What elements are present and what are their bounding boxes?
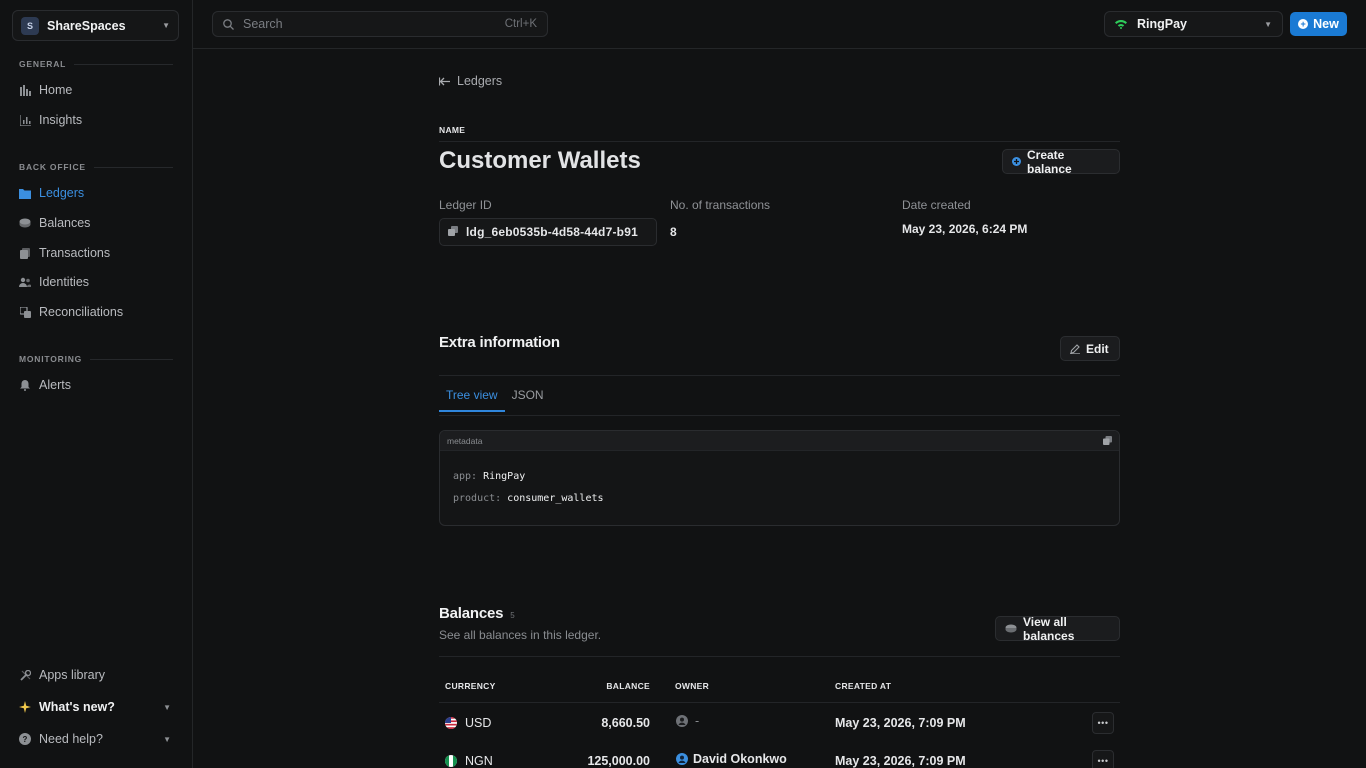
search-placeholder: Search: [243, 17, 283, 31]
transactions-count-value: 8: [670, 225, 677, 239]
view-tabs: Tree view JSON: [439, 388, 551, 412]
section-label-general: GENERAL: [19, 59, 173, 69]
user-avatar-icon: [676, 715, 688, 727]
tools-icon: [19, 669, 31, 681]
table-row-balance: 8,660.50: [601, 716, 650, 730]
new-button[interactable]: + New: [1290, 12, 1347, 36]
date-created-value: May 23, 2026, 6:24 PM: [902, 222, 1028, 236]
back-arrow-icon: [439, 77, 451, 86]
sidebar-item-alerts[interactable]: Alerts: [19, 375, 173, 395]
copy-icon: [448, 225, 458, 239]
view-all-balances-button[interactable]: View all balances: [995, 615, 1120, 643]
coins-icon: [19, 217, 31, 229]
divider: [439, 375, 1120, 376]
org-switcher[interactable]: RingPay ▼: [1104, 11, 1283, 37]
create-balance-button[interactable]: Create balance: [1002, 148, 1120, 176]
chart-icon: [19, 114, 31, 126]
balances-header: Balances 5: [439, 605, 515, 622]
metadata-entry: product: consumer_wallets: [453, 492, 604, 504]
name-label: NAME: [439, 125, 466, 135]
sidebar-item-whats-new[interactable]: What's new? ▼: [19, 697, 173, 717]
row-more-button[interactable]: •••: [1092, 712, 1114, 734]
sidebar-item-ledgers[interactable]: Ledgers: [19, 183, 173, 203]
balances-count: 5: [510, 611, 515, 620]
bell-icon: [19, 379, 31, 391]
home-icon: [19, 84, 31, 96]
table-row-currency: NGN: [445, 754, 493, 768]
user-avatar-icon: [676, 753, 688, 765]
plus-circle-icon: [1012, 157, 1021, 166]
table-row-owner[interactable]: David Okonkwo: [676, 752, 787, 766]
divider: [439, 141, 1120, 142]
tab-json[interactable]: JSON: [505, 388, 551, 412]
ng-flag-icon: [445, 755, 457, 767]
sidebar-item-transactions[interactable]: Transactions: [19, 243, 173, 263]
ledger-id-copy[interactable]: ldg_6eb0535b-4d58-44d7-b91: [439, 218, 657, 246]
coins-icon: [1005, 624, 1017, 633]
sidebar-item-balances[interactable]: Balances: [19, 213, 173, 233]
sidebar-item-reconciliations[interactable]: Reconciliations: [19, 302, 173, 322]
balances-subtitle: See all balances in this ledger.: [439, 628, 602, 642]
metadata-entry: app: RingPay: [453, 470, 526, 482]
copy-icon[interactable]: [1103, 436, 1112, 445]
sidebar-item-home[interactable]: Home: [19, 80, 173, 100]
workspace-switcher[interactable]: S ShareSpaces ▼: [12, 10, 179, 41]
svg-text:?: ?: [23, 735, 28, 744]
sidebar: S ShareSpaces ▼ GENERAL Home Insights BA…: [0, 0, 193, 768]
table-row-owner: -: [676, 714, 699, 728]
chevron-down-icon: ▼: [163, 734, 171, 744]
section-label-monitoring: MONITORING: [19, 354, 173, 364]
column-header-balance: BALANCE: [606, 681, 650, 691]
sidebar-item-identities[interactable]: Identities: [19, 272, 173, 292]
help-icon: ?: [19, 733, 31, 745]
workspace-name: ShareSpaces: [47, 18, 126, 33]
transactions-count-label: No. of transactions: [670, 198, 771, 212]
edit-button[interactable]: Edit: [1060, 336, 1120, 361]
table-row-currency: USD: [445, 716, 491, 730]
reconcile-icon: [19, 306, 31, 318]
document-icon: [19, 247, 31, 259]
sidebar-item-apps-library[interactable]: Apps library: [19, 665, 173, 685]
date-created-label: Date created: [902, 198, 971, 212]
ledger-id-label: Ledger ID: [439, 198, 492, 212]
tab-tree-view[interactable]: Tree view: [439, 388, 505, 412]
metadata-panel: metadata app: RingPay product: consumer_…: [439, 430, 1120, 526]
chevron-down-icon: ▼: [163, 702, 171, 712]
extra-info-title: Extra information: [439, 334, 560, 351]
divider: [439, 702, 1120, 703]
column-header-created-at: CREATED AT: [835, 681, 892, 691]
top-header: Search Ctrl+K RingPay ▼ + New: [193, 0, 1366, 49]
section-label-back-office: BACK OFFICE: [19, 162, 173, 172]
wifi-icon: [1115, 19, 1127, 29]
divider: [439, 415, 1120, 416]
divider: [439, 656, 1120, 657]
column-header-owner: OWNER: [675, 681, 710, 691]
back-link[interactable]: Ledgers: [439, 74, 502, 88]
sparkle-icon: [19, 701, 31, 713]
caret-down-icon: ▼: [162, 21, 170, 30]
pencil-icon: [1070, 343, 1080, 354]
metadata-header: metadata: [440, 431, 1119, 451]
caret-down-icon: ▼: [1264, 19, 1272, 29]
org-name: RingPay: [1137, 17, 1188, 31]
row-more-button[interactable]: •••: [1092, 750, 1114, 768]
workspace-avatar: S: [21, 16, 39, 35]
search-input[interactable]: Search Ctrl+K: [212, 11, 548, 37]
users-icon: [19, 276, 31, 288]
column-header-currency: CURRENCY: [445, 681, 496, 691]
folder-icon: [19, 187, 31, 199]
ledger-id-value: ldg_6eb0535b-4d58-44d7-b91: [466, 225, 638, 239]
balances-title: Balances: [439, 605, 504, 622]
search-icon: [223, 18, 234, 30]
us-flag-icon: [445, 717, 457, 729]
table-row-created-at: May 23, 2026, 7:09 PM: [835, 754, 966, 768]
sidebar-item-need-help[interactable]: ? Need help? ▼: [19, 729, 173, 749]
table-row-balance: 125,000.00: [587, 754, 650, 768]
page-title: Customer Wallets: [439, 147, 641, 174]
search-shortcut: Ctrl+K: [504, 18, 537, 30]
table-row-created-at: May 23, 2026, 7:09 PM: [835, 716, 966, 730]
sidebar-item-insights[interactable]: Insights: [19, 110, 173, 130]
plus-icon: +: [1298, 19, 1309, 29]
